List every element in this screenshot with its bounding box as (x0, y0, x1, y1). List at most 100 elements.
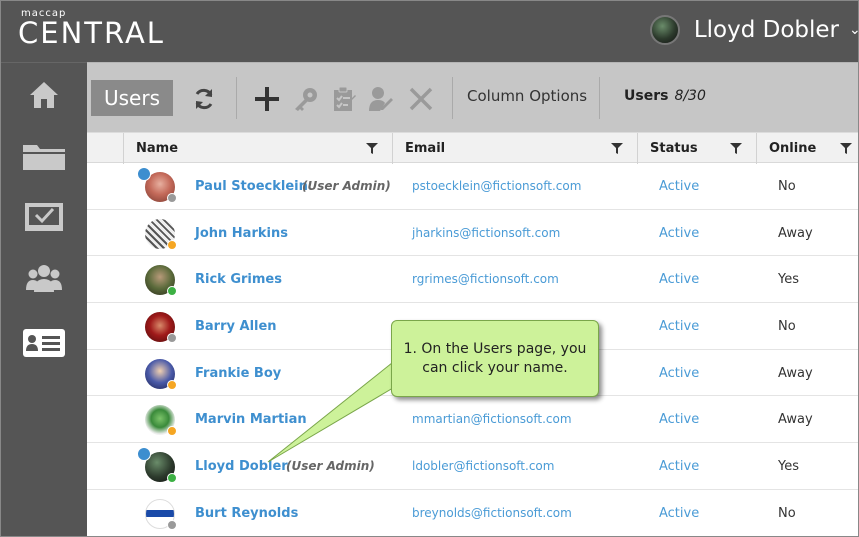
users-count: Users 8/30 (624, 88, 706, 104)
user-status[interactable]: Active (659, 412, 699, 427)
filter-icon[interactable] (730, 142, 742, 154)
user-online: No (778, 505, 796, 521)
user-name-link[interactable]: Lloyd Dobler (195, 459, 288, 474)
toolbar-divider (236, 77, 237, 119)
avatar[interactable] (145, 312, 177, 344)
users-count-value: 8/30 (674, 88, 706, 104)
reset-password-button[interactable] (290, 83, 322, 115)
user-role: (User Admin) (302, 179, 391, 193)
avatar[interactable] (145, 218, 177, 250)
sidebar-item-files[interactable] (0, 134, 87, 178)
sidebar-item-users[interactable] (0, 321, 87, 365)
user-menu[interactable]: Lloyd Dobler ⌄ (649, 13, 859, 47)
user-email[interactable]: jharkins@fictionsoft.com (412, 226, 560, 240)
refresh-button[interactable] (188, 83, 220, 115)
avatar[interactable] (137, 167, 177, 203)
user-name-link[interactable]: Barry Allen (195, 319, 277, 334)
presence-dot (167, 286, 177, 297)
user-online: Away (778, 412, 813, 428)
column-divider (756, 133, 757, 164)
table-row[interactable]: John Harkins jharkins@fictionsoft.com Ac… (87, 210, 859, 257)
user-name-link[interactable]: Marvin Martian (195, 412, 307, 427)
permissions-button[interactable] (328, 83, 360, 115)
user-online: No (778, 319, 796, 335)
app-header: maccap CENTRAL Lloyd Dobler ⌄ (0, 0, 859, 62)
edit-user-button[interactable] (365, 83, 397, 115)
avatar[interactable] (145, 405, 177, 437)
sidebar-item-home[interactable] (0, 73, 87, 117)
presence-dot (167, 379, 177, 390)
avatar[interactable] (145, 265, 177, 297)
table-row[interactable]: Burt Reynolds breynolds@fictionsoft.com … (87, 490, 859, 537)
user-name-link[interactable]: Paul Stoecklein (195, 179, 308, 194)
user-status[interactable]: Active (659, 272, 699, 287)
user-email[interactable]: breynolds@fictionsoft.com (412, 506, 572, 520)
add-user-button[interactable] (251, 83, 283, 115)
user-status[interactable]: Active (659, 366, 699, 381)
group-icon (25, 265, 62, 292)
user-name[interactable]: Lloyd Dobler (694, 17, 839, 43)
presence-dot (167, 519, 177, 530)
clipboard-icon (334, 86, 356, 111)
filter-icon[interactable] (366, 142, 378, 154)
user-status[interactable]: Active (659, 319, 699, 334)
toolbar: Users Column Options Users 8/30 (87, 62, 859, 132)
column-header-status[interactable]: Status (650, 133, 698, 164)
column-divider (123, 133, 124, 164)
column-header-email[interactable]: Email (405, 133, 445, 164)
table-row[interactable]: Lloyd Dobler (User Admin) ldobler@fictio… (87, 443, 859, 490)
user-status[interactable]: Active (659, 459, 699, 474)
admin-crown-icon (137, 167, 151, 181)
column-header-online[interactable]: Online (769, 133, 816, 164)
user-avatar[interactable] (649, 15, 680, 45)
app-logo[interactable]: CENTRAL (18, 16, 165, 50)
checkbox-icon (24, 203, 63, 231)
users-count-label: Users (624, 88, 669, 104)
user-status[interactable]: Active (659, 226, 699, 241)
user-status[interactable]: Active (659, 179, 699, 194)
delete-user-button[interactable] (405, 83, 437, 115)
column-options-button[interactable]: Column Options (467, 87, 587, 105)
user-email[interactable]: rgrimes@fictionsoft.com (412, 272, 559, 286)
presence-dot (167, 333, 177, 344)
column-divider (392, 133, 393, 164)
chevron-down-icon[interactable]: ⌄ (849, 22, 859, 38)
table-row[interactable]: Paul Stoecklein (User Admin) pstoecklein… (87, 163, 859, 210)
avatar[interactable] (145, 498, 177, 530)
delete-icon (409, 87, 433, 111)
user-name-link[interactable]: Burt Reynolds (195, 506, 298, 521)
user-online: Away (778, 365, 813, 381)
user-role: (User Admin) (286, 459, 375, 474)
tutorial-callout: 1. On the Users page, you can click your… (391, 320, 599, 397)
column-header-name[interactable]: Name (136, 133, 178, 164)
table-row[interactable]: Rick Grimes rgrimes@fictionsoft.com Acti… (87, 256, 859, 304)
folder-icon (22, 145, 65, 170)
user-status[interactable]: Active (659, 506, 699, 521)
user-name-link[interactable]: Rick Grimes (195, 272, 282, 287)
user-online: Away (778, 225, 813, 241)
avatar[interactable] (137, 447, 177, 484)
user-online: Yes (778, 272, 799, 288)
sidebar-item-tasks[interactable] (0, 195, 87, 239)
tab-users[interactable]: Users (91, 80, 173, 116)
presence-dot (167, 239, 177, 250)
presence-dot (167, 473, 177, 484)
toolbar-divider (599, 77, 600, 119)
add-icon (255, 87, 279, 111)
column-divider (637, 133, 638, 164)
user-email[interactable]: mmartian@fictionsoft.com (412, 412, 572, 426)
key-icon (295, 88, 317, 111)
table-row[interactable]: Marvin Martian mmartian@fictionsoft.com … (87, 396, 859, 444)
toolbar-divider (452, 77, 453, 119)
user-name-link[interactable]: John Harkins (195, 226, 288, 241)
user-name-link[interactable]: Frankie Boy (195, 366, 281, 381)
user-email[interactable]: ldobler@fictionsoft.com (412, 459, 554, 473)
filter-icon[interactable] (611, 142, 623, 154)
home-icon (29, 82, 58, 108)
user-email[interactable]: pstoecklein@fictionsoft.com (412, 179, 581, 193)
user-edit-icon (369, 87, 393, 111)
filter-icon[interactable] (840, 142, 852, 154)
avatar[interactable] (145, 358, 177, 390)
presence-dot (167, 193, 177, 203)
sidebar-item-groups[interactable] (0, 256, 87, 300)
